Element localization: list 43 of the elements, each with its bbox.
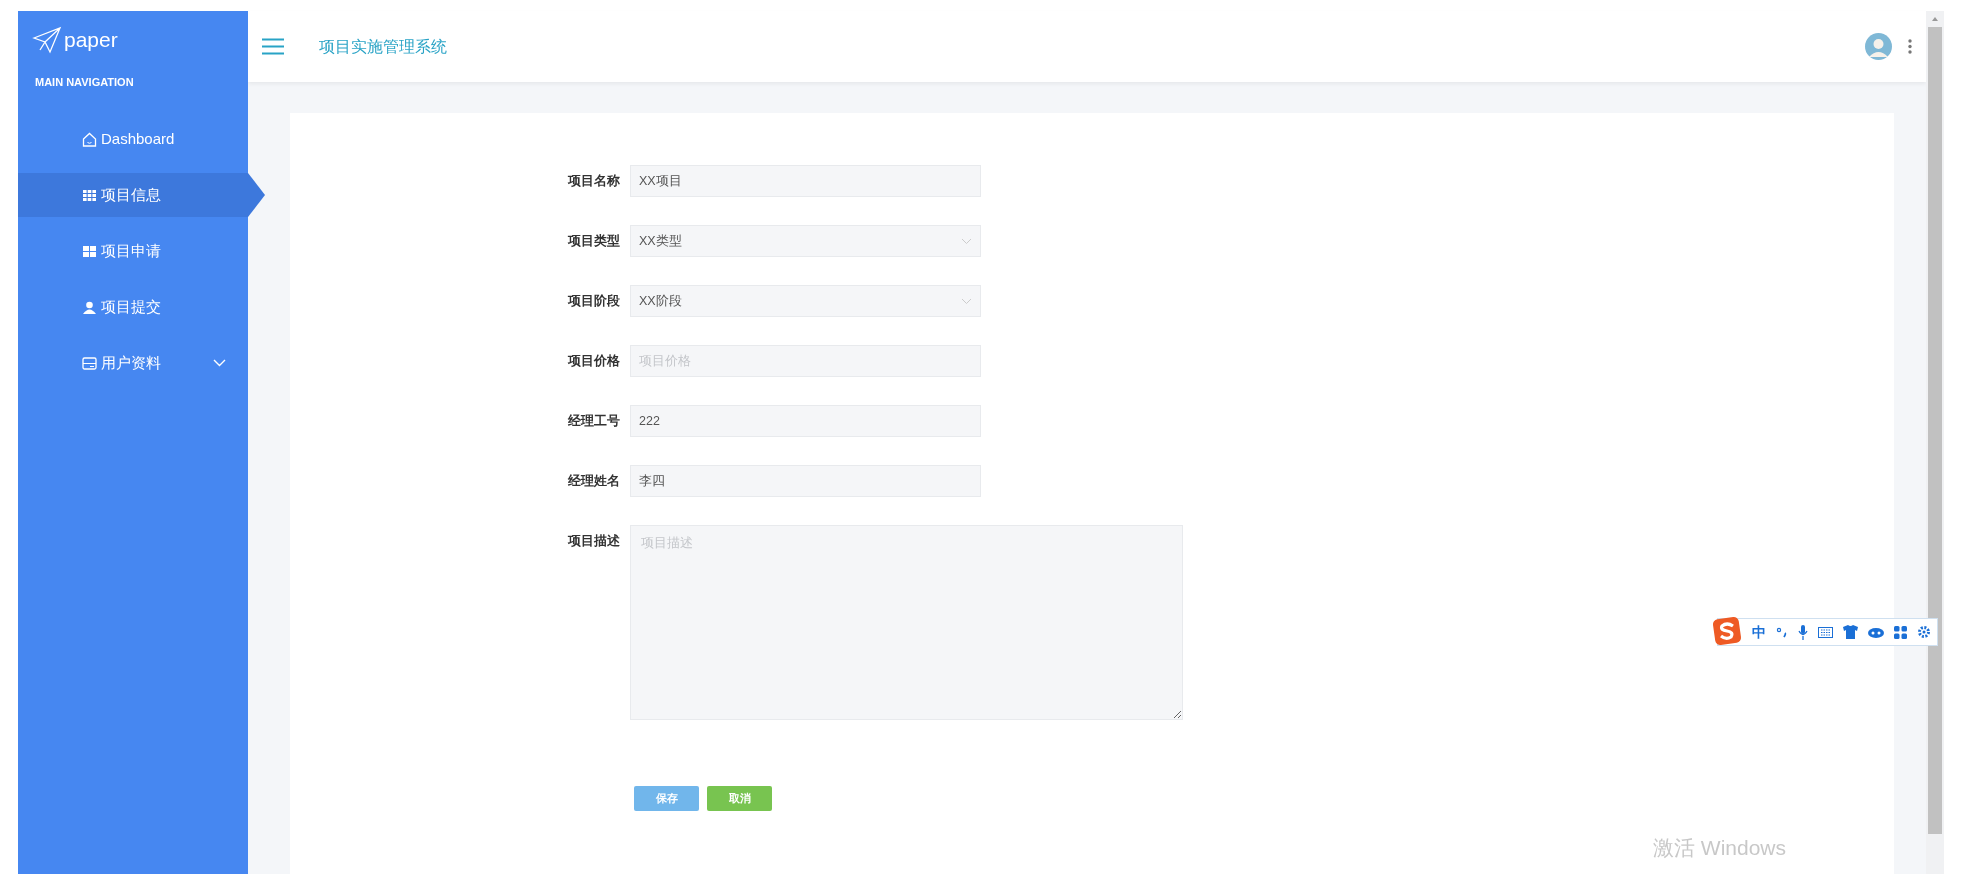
nav-item[interactable]: 用户资料 bbox=[18, 341, 248, 385]
scroll-up-icon[interactable] bbox=[1931, 15, 1939, 23]
apps-icon[interactable] bbox=[1894, 625, 1907, 639]
logo-icon[interactable] bbox=[1712, 616, 1742, 646]
app-title: 项目实施管理系统 bbox=[319, 36, 447, 57]
chevron-down-icon bbox=[961, 297, 972, 305]
input-field[interactable]: XX项目 bbox=[630, 165, 981, 197]
robot-icon[interactable] bbox=[1868, 626, 1884, 638]
home-icon bbox=[82, 131, 97, 147]
chevron-down-icon bbox=[961, 237, 972, 245]
shirt-icon[interactable] bbox=[1843, 625, 1858, 639]
field-label: 经理姓名 bbox=[567, 473, 621, 490]
paper-plane-icon bbox=[32, 26, 62, 54]
grid-icon bbox=[82, 187, 97, 203]
tiles-icon bbox=[82, 243, 97, 259]
more-icon[interactable] bbox=[1908, 39, 1912, 54]
punctuation-icon[interactable] bbox=[1776, 626, 1788, 638]
card-icon bbox=[82, 355, 97, 371]
field-label: 项目类型 bbox=[567, 233, 621, 250]
input-mode[interactable]: 中 bbox=[1752, 621, 1766, 643]
settings-icon[interactable] bbox=[1917, 625, 1931, 639]
microphone-icon[interactable] bbox=[1798, 624, 1808, 640]
field-label: 项目价格 bbox=[567, 353, 621, 370]
field-label: 项目名称 bbox=[567, 173, 621, 190]
select-field[interactable]: XX类型 bbox=[630, 225, 981, 257]
nav-item[interactable]: Dashboard bbox=[18, 117, 248, 161]
user-icon bbox=[82, 299, 97, 315]
input-field[interactable]: 李四 bbox=[630, 465, 981, 497]
brand-name: paper bbox=[64, 27, 118, 54]
field-label: 项目阶段 bbox=[567, 293, 621, 310]
keyboard-icon[interactable] bbox=[1818, 626, 1833, 638]
save-button[interactable]: 保存 bbox=[634, 786, 699, 811]
chevron-down-icon bbox=[213, 359, 226, 367]
input-field[interactable]: 222 bbox=[630, 405, 981, 437]
scrollbar[interactable] bbox=[1926, 11, 1944, 874]
nav-item[interactable]: 项目申请 bbox=[18, 229, 248, 273]
menu-icon[interactable] bbox=[262, 38, 284, 55]
field-label: 经理工号 bbox=[567, 413, 621, 430]
nav-item[interactable]: 项目提交 bbox=[18, 285, 248, 329]
nav-heading: MAIN NAVIGATION bbox=[35, 74, 134, 90]
select-field[interactable]: XX阶段 bbox=[630, 285, 981, 317]
field-label: 项目描述 bbox=[567, 533, 621, 550]
cancel-button[interactable]: 取消 bbox=[707, 786, 772, 811]
